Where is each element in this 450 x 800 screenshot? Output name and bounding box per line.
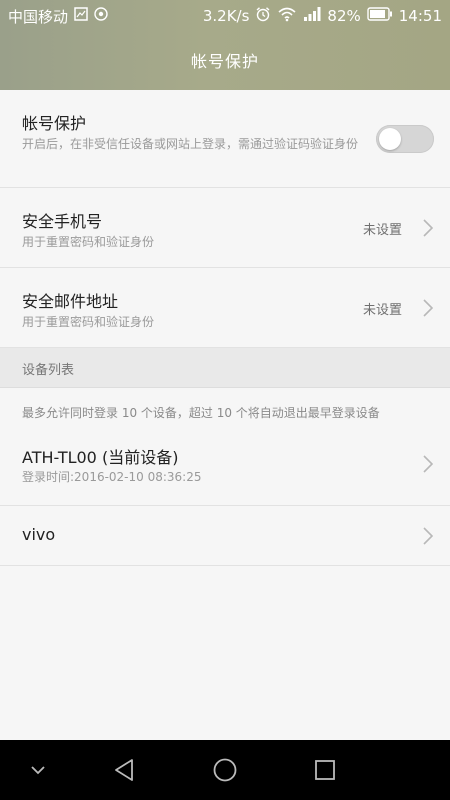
status-left: 中国移动 [8,6,108,27]
device-list-title: 设备列表 [22,363,75,378]
device-name: vivo [22,525,56,544]
chevron-right-icon [423,219,434,237]
navigation-bar [0,740,450,800]
device-item-current[interactable]: ATH-TL00 (当前设备) 登录时间:2016-02-10 08:36:25 [0,428,450,506]
back-triangle-icon[interactable] [112,757,138,783]
recent-square-icon[interactable] [314,759,336,781]
chevron-right-icon [423,299,434,317]
toggle-knob [379,128,401,150]
security-phone-label: 安全手机号 [22,212,103,231]
account-protection-toggle[interactable] [376,125,434,153]
carrier-name: 中国移动 [8,7,69,26]
security-email-description: 用于重置密码和验证身份 [22,315,155,329]
security-phone-description: 用于重置密码和验证身份 [22,235,155,249]
chevron-right-icon [423,527,434,545]
chevron-down-icon[interactable] [30,764,46,776]
battery-percent: 82% [327,7,361,25]
signal-icon [303,6,321,26]
status-right: 3.2K/s 82% 14:51 [203,6,442,26]
home-circle-icon[interactable] [212,757,238,783]
app-notification-icon [94,7,108,25]
security-email-value: 未设置 [362,303,402,318]
security-phone-row[interactable]: 安全手机号 用于重置密码和验证身份 未设置 [0,188,450,268]
device-login-time: 登录时间:2016-02-10 08:36:25 [22,470,202,484]
gallery-notification-icon [74,7,88,25]
device-list-section-header: 设备列表 [0,348,450,388]
security-email-row[interactable]: 安全邮件地址 用于重置密码和验证身份 未设置 [0,268,450,348]
net-speed: 3.2K/s [202,7,250,25]
security-phone-value: 未设置 [362,223,402,238]
alarm-icon [255,6,271,26]
chevron-right-icon [423,455,434,473]
account-protection-label: 帐号保护 [22,114,87,133]
clock: 14:51 [398,7,442,25]
account-protection-row[interactable]: 帐号保护 开启后，在非受信任设备或网站上登录，需通过验证码验证身份 [0,90,450,188]
device-item-vivo[interactable]: vivo [0,506,450,566]
device-name: ATH-TL00 (当前设备) [22,448,179,467]
security-email-label: 安全邮件地址 [22,292,119,311]
battery-icon [367,7,393,25]
device-limit-info: 最多允许同时登录 10 个设备，超过 10 个将自动退出最早登录设备 [22,406,380,420]
page-title: 帐号保护 [190,52,259,71]
account-protection-description: 开启后，在非受信任设备或网站上登录，需通过验证码验证身份 [22,137,359,151]
wifi-icon [277,6,297,26]
status-bar: 中国移动 3.2K/s 82% 14:51 [0,0,450,32]
app-header: 中国移动 3.2K/s 82% 14:51 帐号保护 [0,0,450,90]
